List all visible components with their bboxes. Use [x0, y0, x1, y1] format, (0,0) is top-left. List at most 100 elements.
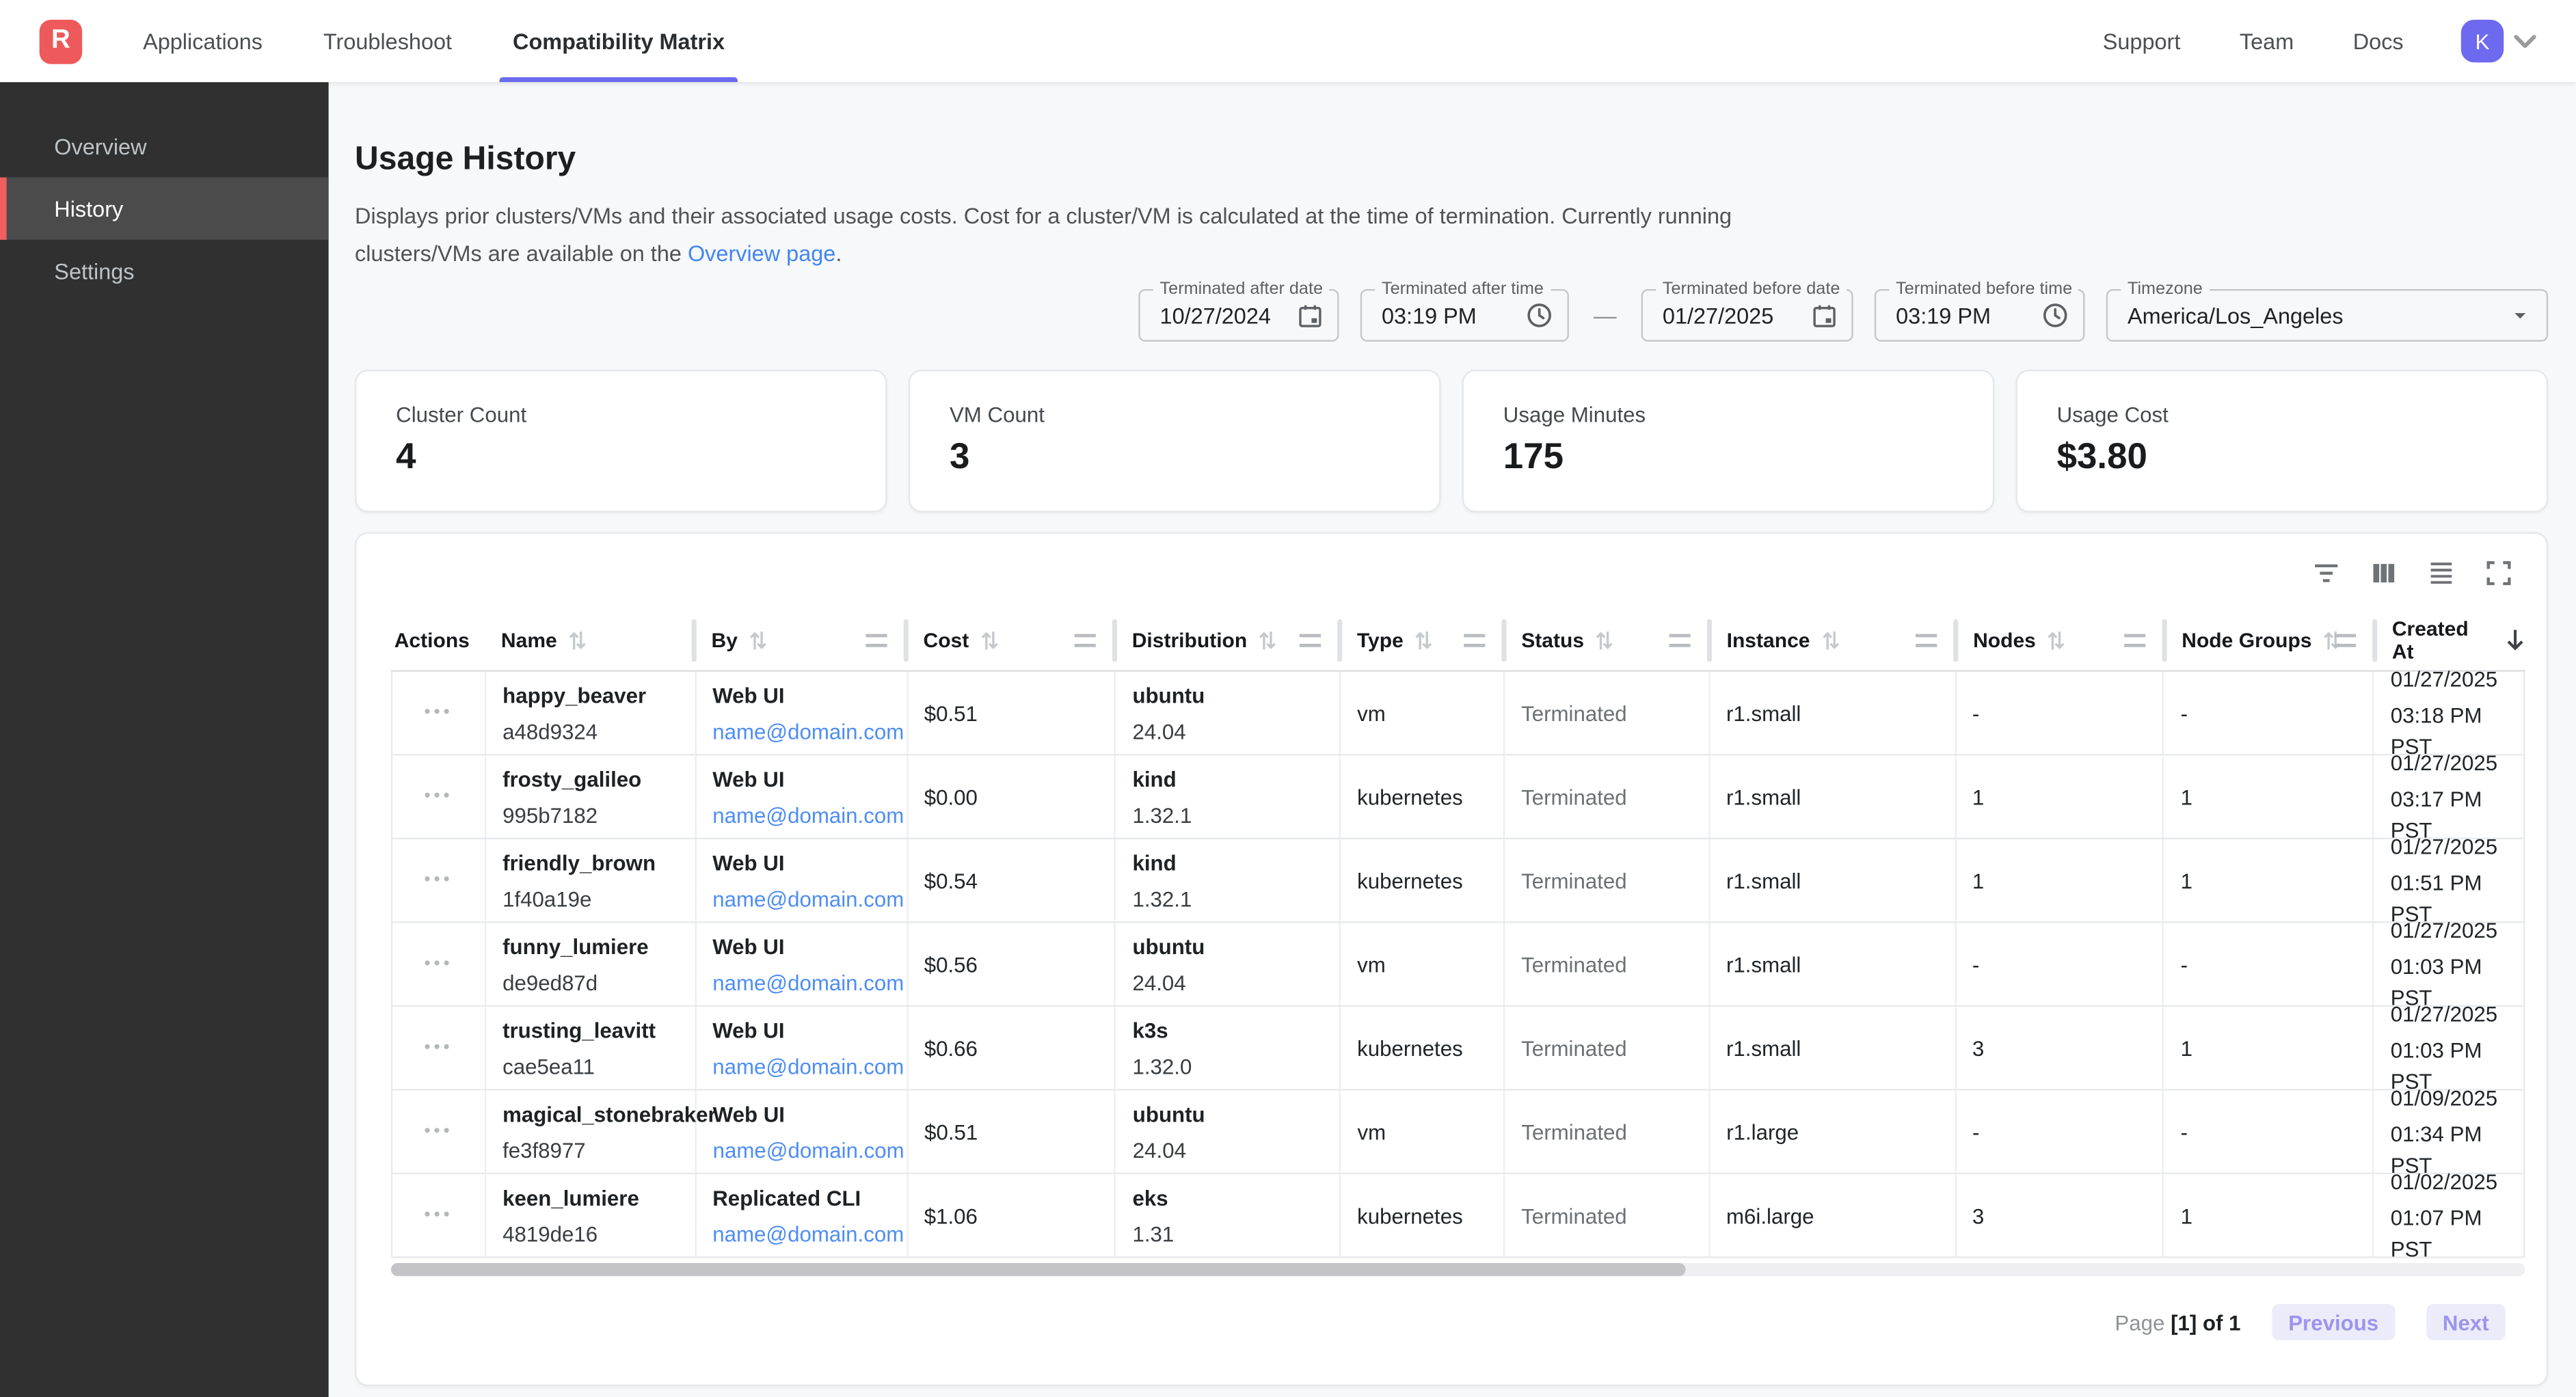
- primary-nav: Applications Troubleshoot Compatibility …: [139, 0, 782, 82]
- sort-icon[interactable]: [569, 628, 587, 651]
- row-actions-button[interactable]: •••: [424, 1206, 453, 1224]
- instance: r1.small: [1726, 952, 1954, 977]
- email-link[interactable]: name@domain.com: [712, 1218, 906, 1249]
- nav-tab-applications[interactable]: Applications: [139, 0, 266, 82]
- sort-icon[interactable]: [749, 628, 767, 651]
- horizontal-scrollbar-thumb[interactable]: [391, 1263, 1686, 1276]
- created-by: Web UI: [712, 679, 906, 711]
- distribution: k3s: [1132, 1014, 1339, 1046]
- row-actions-button[interactable]: •••: [424, 1122, 453, 1140]
- stat-card-usage-minutes: Usage Minutes 175: [1462, 370, 1995, 513]
- column-header-name[interactable]: Name: [485, 610, 695, 670]
- fullscreen-icon[interactable]: [2484, 558, 2513, 588]
- row-actions-button[interactable]: •••: [424, 787, 453, 805]
- nav-link-docs[interactable]: Docs: [2353, 29, 2404, 53]
- filter-icon[interactable]: [2311, 558, 2341, 588]
- terminated-before-time-field[interactable]: Terminated before time 03:19 PM: [1875, 289, 2085, 342]
- dropdown-arrow-icon[interactable]: [2494, 302, 2534, 328]
- previous-button[interactable]: Previous: [2272, 1304, 2395, 1340]
- sort-desc-icon[interactable]: [2506, 627, 2525, 652]
- column-resize-handle[interactable]: [1300, 634, 1321, 647]
- next-button[interactable]: Next: [2426, 1304, 2506, 1340]
- chevron-down-icon[interactable]: [2514, 33, 2537, 49]
- column-header-cost[interactable]: Cost: [907, 610, 1115, 670]
- email-link[interactable]: name@domain.com: [712, 1050, 906, 1082]
- email-link[interactable]: name@domain.com: [712, 799, 906, 830]
- created-at-date: 01/27/2025: [2391, 831, 2523, 863]
- cost: $0.54: [924, 868, 1114, 893]
- status: Terminated: [1521, 952, 1708, 977]
- replicated-logo[interactable]: R: [40, 19, 82, 64]
- created-at-time: 01:07 PM PST: [2391, 1202, 2523, 1264]
- sort-icon[interactable]: [1596, 628, 1613, 651]
- column-header-node-groups[interactable]: Node Groups: [2165, 610, 2376, 670]
- table-header-row: Actions Name By Cost Distribution Ty: [391, 610, 2525, 672]
- email-link[interactable]: name@domain.com: [712, 716, 906, 747]
- sort-icon[interactable]: [1415, 628, 1433, 651]
- column-header-created-at[interactable]: Created At: [2376, 610, 2525, 670]
- sort-icon[interactable]: [980, 628, 998, 651]
- sidebar-item-history[interactable]: History: [0, 178, 329, 240]
- instance: r1.large: [1726, 1120, 1954, 1144]
- sort-icon[interactable]: [1259, 628, 1276, 651]
- density-icon[interactable]: [2426, 558, 2456, 588]
- sort-icon[interactable]: [2048, 628, 2065, 651]
- sidebar-item-overview[interactable]: Overview: [0, 115, 329, 177]
- usage-history-table-card: Actions Name By Cost Distribution Ty: [355, 532, 2548, 1387]
- row-actions-button[interactable]: •••: [424, 871, 453, 889]
- type: kubernetes: [1357, 1203, 1503, 1228]
- email-link[interactable]: name@domain.com: [712, 966, 906, 998]
- column-resize-handle[interactable]: [2124, 634, 2145, 647]
- instance: r1.small: [1726, 701, 1954, 725]
- column-resize-handle[interactable]: [1916, 634, 1937, 647]
- nav-link-team[interactable]: Team: [2240, 29, 2294, 53]
- nav-tab-troubleshoot[interactable]: Troubleshoot: [320, 0, 455, 82]
- timezone-select[interactable]: Timezone America/Los_Angeles: [2106, 289, 2548, 342]
- distribution: eks: [1132, 1182, 1339, 1213]
- nav-right: Support Team Docs K: [2043, 20, 2576, 62]
- column-resize-handle[interactable]: [866, 634, 887, 647]
- calendar-icon[interactable]: [1797, 301, 1838, 329]
- clock-icon[interactable]: [2027, 301, 2069, 330]
- distribution: kind: [1132, 847, 1339, 878]
- sort-icon[interactable]: [1821, 628, 1839, 651]
- email-link[interactable]: name@domain.com: [713, 1134, 907, 1165]
- cluster-id: 4819de16: [502, 1218, 695, 1249]
- nav-tab-compatibility-matrix[interactable]: Compatibility Matrix: [509, 0, 728, 82]
- cost: $0.00: [924, 784, 1114, 809]
- columns-icon[interactable]: [2369, 558, 2398, 588]
- column-resize-handle[interactable]: [1669, 634, 1691, 647]
- column-header-by[interactable]: By: [695, 610, 907, 670]
- column-resize-handle[interactable]: [2335, 634, 2356, 647]
- column-resize-handle[interactable]: [1464, 634, 1485, 647]
- row-actions-button[interactable]: •••: [424, 704, 453, 722]
- avatar[interactable]: K: [2461, 20, 2504, 62]
- status: Terminated: [1521, 868, 1708, 893]
- terminated-after-time-field[interactable]: Terminated after time 03:19 PM: [1360, 289, 1569, 342]
- overview-page-link[interactable]: Overview page: [688, 241, 835, 266]
- table-row: ••• happy_beavera48d9324 Web UIname@doma…: [392, 672, 2523, 756]
- nav-link-support[interactable]: Support: [2103, 29, 2181, 53]
- column-header-distribution[interactable]: Distribution: [1116, 610, 1341, 670]
- column-header-instance[interactable]: Instance: [1710, 610, 1957, 670]
- row-actions-button[interactable]: •••: [424, 955, 453, 973]
- column-header-nodes[interactable]: Nodes: [1957, 610, 2165, 670]
- column-header-status[interactable]: Status: [1505, 610, 1710, 670]
- terminated-before-date-field[interactable]: Terminated before date 01/27/2025: [1641, 289, 1853, 342]
- stat-card-usage-cost: Usage Cost $3.80: [2016, 370, 2549, 513]
- page-indicator: Page [1] of 1: [2115, 1310, 2240, 1334]
- created-by: Web UI: [712, 847, 906, 878]
- row-actions-button[interactable]: •••: [424, 1039, 453, 1057]
- status: Terminated: [1521, 1035, 1708, 1060]
- column-resize-handle[interactable]: [1075, 634, 1096, 647]
- cluster-id: cae5ea11: [502, 1050, 695, 1082]
- table-row: ••• friendly_brown1f40a19e Web UIname@do…: [392, 839, 2523, 923]
- email-link[interactable]: name@domain.com: [712, 883, 906, 914]
- calendar-icon[interactable]: [1283, 301, 1324, 329]
- sidebar-item-settings[interactable]: Settings: [0, 240, 329, 302]
- clock-icon[interactable]: [1512, 301, 1554, 330]
- type: vm: [1357, 1120, 1503, 1144]
- terminated-after-date-field[interactable]: Terminated after date 10/27/2024: [1138, 289, 1339, 342]
- column-header-type[interactable]: Type: [1341, 610, 1505, 670]
- instance: r1.small: [1726, 784, 1954, 809]
